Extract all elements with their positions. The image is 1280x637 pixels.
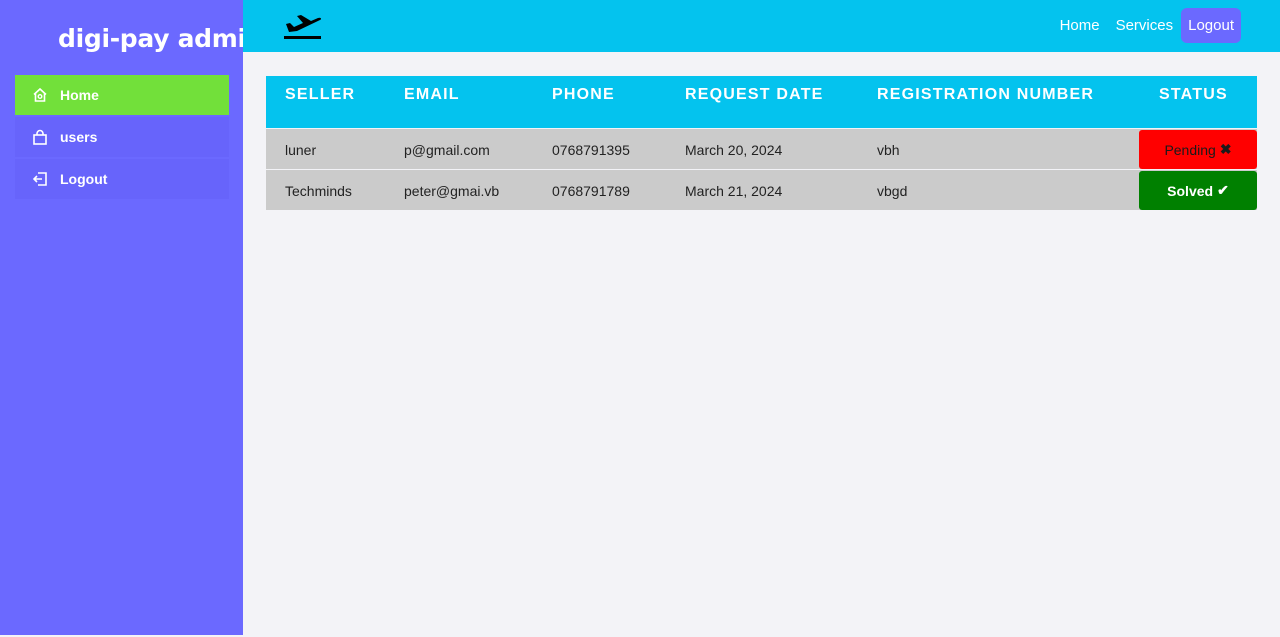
check-icon: ✔ [1217, 182, 1229, 198]
table-row: Techminds peter@gmai.vb 0768791789 March… [266, 170, 1257, 210]
status-label: Solved [1167, 182, 1214, 199]
sidebar-item-label: Home [60, 87, 99, 103]
header-seller: SELLER [285, 86, 356, 103]
cell-request-date: March 20, 2024 [685, 142, 783, 158]
status-pending-button[interactable]: Pending ✖ [1139, 130, 1257, 169]
header-phone: PHONE [552, 86, 615, 103]
status-solved-button[interactable]: Solved ✔ [1139, 171, 1257, 210]
header-email: EMAIL [404, 86, 460, 103]
sidebar: digi-pay admin Home users Logout [0, 0, 264, 635]
cell-phone: 0768791395 [552, 142, 630, 158]
status-label: Pending [1164, 141, 1216, 158]
cell-registration-number: vbh [877, 142, 900, 158]
header-registration-number: REGISTRATION NUMBER [877, 86, 1095, 103]
cell-seller: Techminds [285, 183, 352, 199]
cell-registration-number: vbgd [877, 183, 908, 199]
top-navbar: Home Services Logout [243, 0, 1280, 52]
sidebar-item-label: Logout [60, 171, 108, 187]
sidebar-item-users[interactable]: users [15, 117, 229, 157]
sidebar-item-label: users [60, 129, 98, 145]
cell-seller: luner [285, 142, 317, 158]
table-row: luner p@gmail.com 0768791395 March 20, 2… [266, 129, 1257, 169]
table-header: SELLER EMAIL PHONE REQUEST DATE REGISTRA… [266, 76, 1257, 128]
nav-logout-button[interactable]: Logout [1181, 8, 1241, 43]
nav-home-link[interactable]: Home [1060, 17, 1100, 34]
brand-title: digi-pay admin [58, 24, 264, 53]
header-status: STATUS [1159, 86, 1228, 103]
close-icon: ✖ [1219, 141, 1232, 157]
sidebar-menu: Home users Logout [15, 75, 229, 201]
requests-table: SELLER EMAIL PHONE REQUEST DATE REGISTRA… [266, 76, 1257, 210]
cell-phone: 0768791789 [552, 183, 630, 199]
bag-icon [31, 128, 49, 146]
sidebar-item-home[interactable]: Home [15, 75, 229, 115]
logout-icon [31, 170, 49, 188]
header-request-date: REQUEST DATE [685, 86, 824, 103]
cell-email: peter@gmai.vb [404, 183, 500, 199]
airplane-takeoff-icon[interactable] [283, 11, 323, 41]
cell-email: p@gmail.com [404, 142, 490, 158]
sidebar-item-logout[interactable]: Logout [15, 159, 229, 199]
nav-services-link[interactable]: Services [1116, 17, 1174, 34]
cell-request-date: March 21, 2024 [685, 183, 783, 199]
top-nav: Home Services Logout [1044, 8, 1241, 43]
home-icon [31, 86, 49, 104]
